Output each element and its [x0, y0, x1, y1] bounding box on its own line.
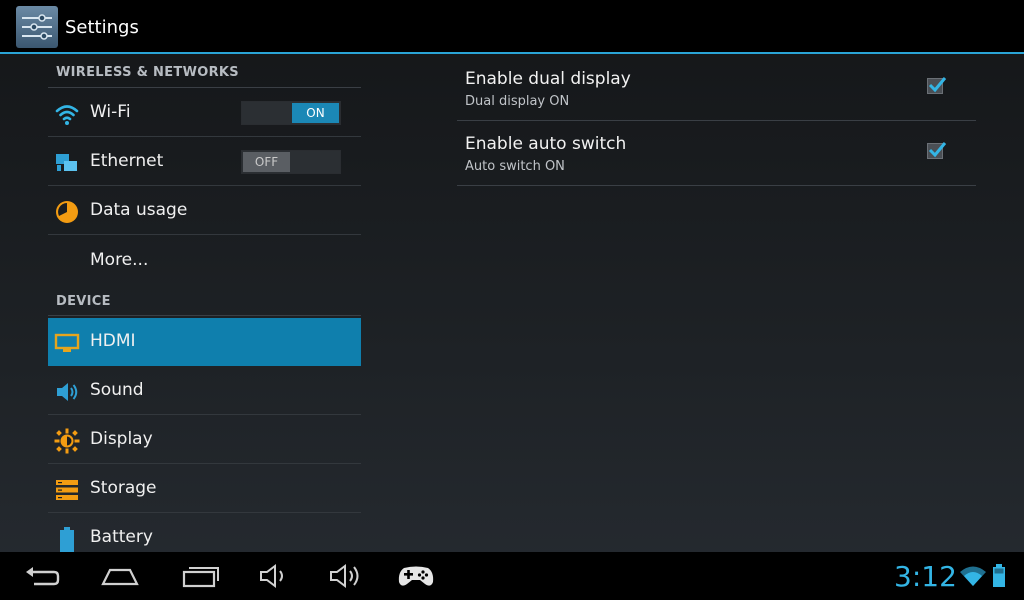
battery-label: Battery: [90, 527, 153, 547]
volume-down-icon[interactable]: [256, 562, 296, 590]
pref-title: Enable dual display: [465, 69, 631, 89]
pref-dual-display[interactable]: Enable dual display Dual display ON: [457, 56, 976, 121]
speaker-icon: [57, 383, 78, 401]
section-header-device: DEVICE: [56, 294, 111, 309]
home-icon[interactable]: [100, 562, 140, 590]
volume-up-icon[interactable]: [326, 562, 366, 590]
list-item-data-usage[interactable]: Data usage: [48, 187, 361, 235]
settings-sliders-icon[interactable]: [16, 6, 58, 48]
gamepad-icon[interactable]: [396, 562, 436, 590]
list-item-ethernet[interactable]: Ethernet OFF: [48, 138, 361, 186]
settings-list: WIRELESS & NETWORKS Wi-Fi ON Ethernet OF…: [48, 56, 361, 552]
dual-display-checkbox[interactable]: [927, 77, 947, 94]
storage-label: Storage: [90, 478, 157, 498]
brightness-icon: [54, 428, 80, 454]
battery-icon: [60, 527, 74, 552]
list-item-sound[interactable]: Sound: [48, 367, 361, 415]
action-bar: Settings: [0, 0, 1024, 54]
section-divider: [48, 87, 361, 88]
pref-summary: Dual display ON: [465, 94, 570, 109]
ethernet-toggle[interactable]: OFF: [241, 150, 341, 174]
wifi-toggle-knob: ON: [292, 103, 339, 123]
battery-status-icon: [993, 564, 1005, 587]
storage-icon: [56, 480, 78, 500]
wifi-icon: [55, 105, 79, 125]
pref-auto-switch[interactable]: Enable auto switch Auto switch ON: [457, 121, 976, 186]
hdmi-monitor-icon: [54, 333, 80, 352]
list-item-battery[interactable]: Battery: [48, 514, 361, 552]
list-item-wifi[interactable]: Wi-Fi ON: [48, 89, 361, 137]
more-label: More...: [90, 250, 149, 270]
page-title: Settings: [65, 17, 139, 38]
sound-label: Sound: [90, 380, 144, 400]
status-clock[interactable]: 3:12: [894, 560, 957, 593]
checkmark-icon: [928, 77, 947, 93]
back-icon[interactable]: [22, 562, 62, 590]
list-item-hdmi[interactable]: HDMI: [48, 318, 361, 366]
section-divider: [48, 315, 361, 316]
wifi-label: Wi-Fi: [90, 102, 131, 122]
data-usage-icon: [56, 201, 78, 223]
wifi-toggle[interactable]: ON: [241, 101, 341, 125]
display-label: Display: [90, 429, 153, 449]
list-item-display[interactable]: Display: [48, 416, 361, 464]
recent-apps-icon[interactable]: [181, 562, 221, 590]
wifi-signal-icon: [960, 566, 986, 586]
data-usage-label: Data usage: [90, 200, 188, 220]
ethernet-icon: [56, 154, 77, 171]
system-nav-bar: 3:12: [0, 552, 1024, 600]
list-item-storage[interactable]: Storage: [48, 465, 361, 513]
pref-title: Enable auto switch: [465, 134, 627, 154]
ethernet-label: Ethernet: [90, 151, 164, 171]
pref-summary: Auto switch ON: [465, 159, 565, 174]
ethernet-toggle-knob: OFF: [243, 152, 290, 172]
list-item-more[interactable]: More...: [48, 236, 361, 284]
auto-switch-checkbox[interactable]: [927, 142, 947, 159]
hdmi-label: HDMI: [90, 331, 136, 351]
checkmark-icon: [928, 142, 947, 158]
section-header-wireless: WIRELESS & NETWORKS: [56, 65, 239, 80]
